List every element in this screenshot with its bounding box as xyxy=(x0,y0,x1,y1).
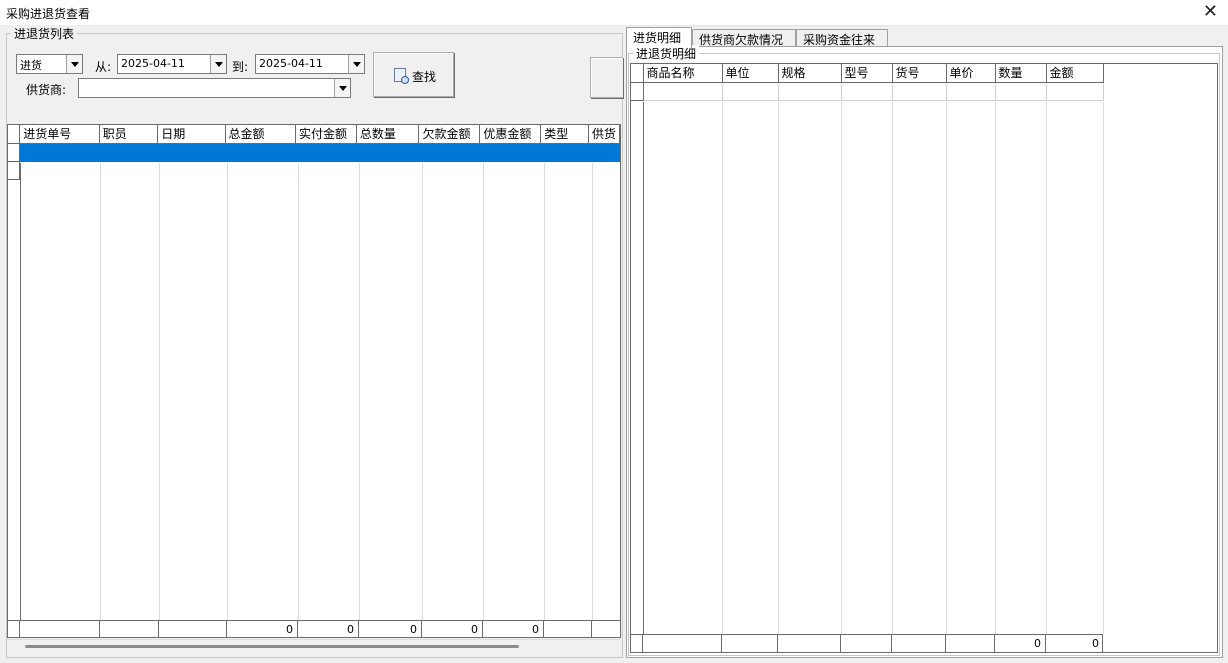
column-header[interactable]: 进货单号 xyxy=(19,125,100,144)
footer-total-amount: 0 xyxy=(227,621,298,637)
row-header[interactable] xyxy=(8,161,21,180)
chevron-down-icon[interactable] xyxy=(334,79,350,97)
column-header[interactable]: 优惠金额 xyxy=(479,125,542,144)
row-header[interactable] xyxy=(631,82,644,101)
search-button-label: 查找 xyxy=(412,70,437,84)
horizontal-scrollbar[interactable] xyxy=(7,639,621,651)
footer-cell xyxy=(159,621,227,637)
scrollbar-thumb[interactable] xyxy=(25,645,519,648)
footer-quantity-total: 0 xyxy=(995,635,1046,652)
title-bar: 采购进退货查看 ✕ xyxy=(0,0,1228,26)
to-label: 到: xyxy=(232,60,249,74)
purchase-list-table: 进货单号 职员 日期 总金额 实付金额 总数量 欠款金额 优惠金额 类型 供货 xyxy=(7,124,621,638)
column-header[interactable]: 供货 xyxy=(588,125,620,144)
footer-cell xyxy=(722,635,778,652)
to-date-picker[interactable]: 2025-04-11 xyxy=(255,54,365,74)
detail-table: 商品名称 单位 规格 型号 货号 单价 数量 金额 0 0 xyxy=(630,63,1218,653)
to-date-value: 2025-04-11 xyxy=(259,57,323,70)
detail-table-footer: 0 0 xyxy=(631,634,1103,652)
footer-paid-amount: 0 xyxy=(298,621,359,637)
search-button[interactable]: 查找 xyxy=(373,52,454,97)
chevron-down-icon[interactable] xyxy=(348,55,364,73)
chevron-down-icon[interactable] xyxy=(66,55,82,73)
search-icon xyxy=(394,68,409,84)
footer-cell xyxy=(946,635,995,652)
column-header[interactable]: 型号 xyxy=(841,64,893,83)
column-header[interactable]: 商品名称 xyxy=(643,64,723,83)
footer-cell xyxy=(8,621,20,637)
footer-discount-amount: 0 xyxy=(483,621,544,637)
footer-cell xyxy=(841,635,892,652)
column-header[interactable]: 金额 xyxy=(1046,64,1104,83)
column-header[interactable]: 职员 xyxy=(99,125,159,144)
detail-table-header: 商品名称 单位 规格 型号 货号 单价 数量 金额 xyxy=(631,64,1104,101)
column-header[interactable]: 类型 xyxy=(540,125,589,144)
footer-cell xyxy=(20,621,100,637)
footer-cell xyxy=(631,635,643,652)
column-header[interactable]: 货号 xyxy=(892,64,947,83)
tab-purchase-detail[interactable]: 进货明细 xyxy=(626,27,692,48)
from-date-picker[interactable]: 2025-04-11 xyxy=(117,54,227,74)
footer-total-quantity: 0 xyxy=(359,621,422,637)
column-header[interactable]: 日期 xyxy=(157,125,226,144)
supplier-label: 供货商: xyxy=(26,83,67,97)
footer-owed-amount: 0 xyxy=(422,621,483,637)
window-title: 采购进退货查看 xyxy=(6,7,91,21)
column-header[interactable]: 规格 xyxy=(778,64,842,83)
table-row[interactable] xyxy=(631,82,1104,101)
column-header[interactable]: 数量 xyxy=(995,64,1047,83)
from-label: 从: xyxy=(95,60,112,74)
row-header[interactable] xyxy=(8,143,21,162)
column-header[interactable]: 总金额 xyxy=(225,125,296,144)
extra-button[interactable] xyxy=(590,57,623,98)
purchase-list-group-title: 进退货列表 xyxy=(11,25,78,42)
column-header[interactable]: 单位 xyxy=(722,64,779,83)
footer-amount-total: 0 xyxy=(1092,637,1099,650)
tab-purchase-funds[interactable]: 采购资金往来 xyxy=(796,29,888,47)
chevron-down-icon[interactable] xyxy=(210,55,226,73)
purchase-list-footer: 0 0 0 0 0 xyxy=(8,620,620,637)
from-date-value: 2025-04-11 xyxy=(121,57,185,70)
row-header-corner xyxy=(631,64,644,83)
footer-cell xyxy=(892,635,946,652)
column-header[interactable]: 总数量 xyxy=(356,125,420,144)
tab-supplier-debt[interactable]: 供货商欠款情况 xyxy=(692,29,796,47)
column-header[interactable]: 单价 xyxy=(946,64,996,83)
footer-cell xyxy=(544,621,592,637)
row-header-corner xyxy=(8,125,21,144)
footer-cell xyxy=(643,635,722,652)
footer-cell xyxy=(100,621,159,637)
type-select-value: 进货 xyxy=(20,59,42,72)
column-header[interactable]: 实付金额 xyxy=(295,125,357,144)
footer-cell xyxy=(592,621,620,637)
footer-cell xyxy=(778,635,841,652)
type-select[interactable]: 进货 xyxy=(16,54,83,74)
table-row[interactable] xyxy=(8,143,620,162)
close-icon[interactable]: ✕ xyxy=(1203,2,1218,22)
supplier-select[interactable] xyxy=(78,78,351,98)
column-header[interactable]: 欠款金额 xyxy=(418,125,481,144)
